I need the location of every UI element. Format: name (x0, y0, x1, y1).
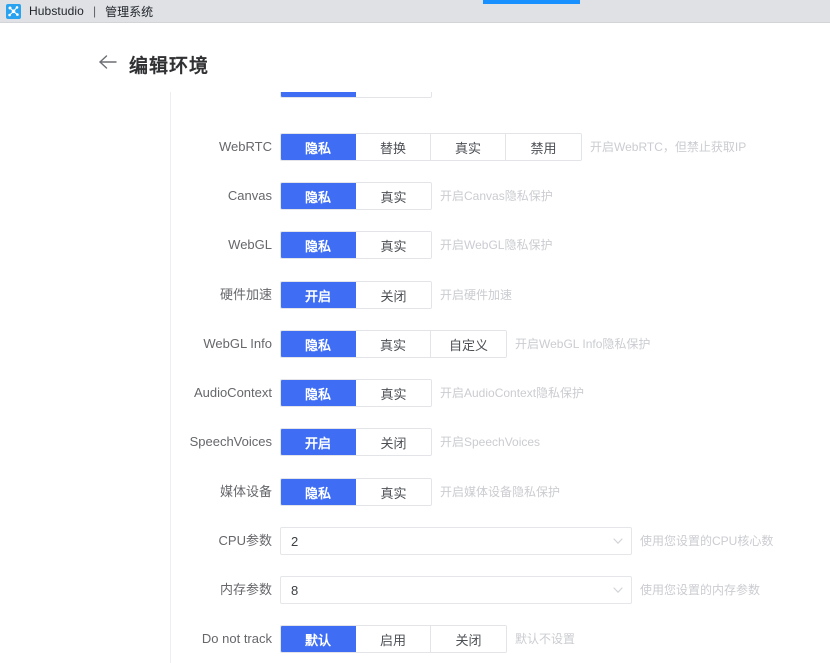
segment-canvas-1[interactable]: 真实 (356, 183, 431, 209)
segment-speechvoices-1[interactable]: 关闭 (356, 429, 431, 455)
row-label-do-not-track: Do not track (201, 631, 272, 646)
segmented-control-speechvoices[interactable]: 开启 关闭 (280, 428, 432, 456)
row-label-media-devices: 媒体设备 (219, 484, 272, 499)
segmented-control-hardware-acceleration[interactable]: 开启 关闭 (280, 281, 432, 309)
segment-canvas-0[interactable]: 隐私 (281, 183, 356, 209)
page-title: 编辑环境 (129, 56, 210, 77)
arrow-left-icon (98, 54, 118, 75)
system-name-label: 管理系统 (105, 4, 154, 19)
segment-media-devices-1[interactable]: 真实 (356, 479, 431, 505)
network-nodes-icon (6, 3, 21, 19)
segment-webrtc-1[interactable]: 替换 (356, 134, 431, 160)
select-value-memory-parameter: 8 (291, 582, 299, 598)
titlebar-separator: | (92, 4, 97, 18)
segment-webrtc-3[interactable]: 禁用 (506, 134, 581, 160)
row-hint-webrtc: 开启WebRTC，但禁止获取IP (590, 140, 747, 154)
segment-do-not-track-1[interactable]: 启用 (356, 626, 431, 652)
segment-webrtc-0[interactable]: 隐私 (281, 134, 356, 160)
row-hint-cpu-parameter: 使用您设置的CPU核心数 (640, 534, 774, 548)
row-hint-webgl: 开启WebGL隐私保护 (440, 238, 553, 252)
row-label-memory-parameter: 内存参数 (219, 582, 272, 597)
row-hint-memory-parameter: 使用您设置的内存参数 (640, 583, 761, 597)
row-label-webgl: WebGL (228, 237, 272, 252)
row-hint-media-devices: 开启媒体设备隐私保护 (440, 485, 561, 499)
select-memory-parameter[interactable]: 8 (280, 576, 632, 604)
segment-hardware-acceleration-0[interactable]: 开启 (281, 282, 356, 308)
select-cpu-parameter[interactable]: 2 (280, 527, 632, 555)
row-label-webrtc: WebRTC (219, 139, 272, 154)
settings-form: 字体指纹 隐私 真实 开启字体指纹隐私保护 WebRTC隐私替换真实禁用开启We… (0, 89, 830, 663)
segmented-control-do-not-track[interactable]: 默认 启用 关闭 (280, 625, 507, 653)
segment-hardware-acceleration-1[interactable]: 关闭 (356, 282, 431, 308)
row-label-cpu-parameter: CPU参数 (218, 533, 272, 548)
row-label-speechvoices: SpeechVoices (189, 434, 272, 449)
segmented-control-audiocontext[interactable]: 隐私 真实 (280, 379, 432, 407)
segmented-control-media-devices[interactable]: 隐私 真实 (280, 478, 432, 506)
window-titlebar: Hubstudio | 管理系统 (0, 0, 830, 23)
segment-speechvoices-0[interactable]: 开启 (281, 429, 356, 455)
row-label-canvas: Canvas (227, 188, 272, 203)
segment-do-not-track-0[interactable]: 默认 (281, 626, 356, 652)
row-hint-canvas: 开启Canvas隐私保护 (440, 189, 553, 203)
row-hint-webgl-info: 开启WebGL Info隐私保护 (515, 337, 651, 351)
segment-webgl-info-0[interactable]: 隐私 (281, 331, 356, 357)
segmented-control-webrtc[interactable]: 隐私 替换 真实 禁用 (280, 133, 582, 161)
row-hint-hardware-acceleration: 开启硬件加速 (440, 288, 513, 302)
segment-webgl-0[interactable]: 隐私 (281, 232, 356, 258)
app-name-label: Hubstudio (29, 4, 84, 18)
row-hint-speechvoices: 开启SpeechVoices (440, 435, 541, 449)
app-window: Hubstudio | 管理系统 编辑环境 字体指纹 隐私 真实 开启字体指纹隐… (0, 0, 830, 663)
back-button[interactable] (97, 53, 119, 75)
page-header (0, 24, 830, 89)
row-label-audiocontext: AudioContext (193, 385, 272, 400)
row-label-webgl-info: WebGL Info (203, 336, 272, 351)
row-label-hardware-acceleration: 硬件加速 (219, 287, 272, 302)
segment-audiocontext-0[interactable]: 隐私 (281, 380, 356, 406)
row-hint-audiocontext: 开启AudioContext隐私保护 (440, 386, 585, 400)
chevron-down-icon[interactable] (605, 577, 631, 603)
segment-audiocontext-1[interactable]: 真实 (356, 380, 431, 406)
segment-webrtc-2[interactable]: 真实 (431, 134, 506, 160)
segment-media-devices-0[interactable]: 隐私 (281, 479, 356, 505)
segment-do-not-track-2[interactable]: 关闭 (431, 626, 506, 652)
active-tab-indicator (483, 0, 580, 4)
segmented-control-webgl[interactable]: 隐私 真实 (280, 231, 432, 259)
scroll-clip-mask (0, 89, 830, 92)
segmented-control-canvas[interactable]: 隐私 真实 (280, 182, 432, 210)
row-hint-do-not-track: 默认不设置 (515, 632, 576, 646)
chevron-down-icon[interactable] (605, 528, 631, 554)
segment-webgl-info-2[interactable]: 自定义 (431, 331, 506, 357)
segment-webgl-1[interactable]: 真实 (356, 232, 431, 258)
select-value-cpu-parameter: 2 (291, 533, 299, 549)
segmented-control-webgl-info[interactable]: 隐私 真实 自定义 (280, 330, 507, 358)
segment-webgl-info-1[interactable]: 真实 (356, 331, 431, 357)
